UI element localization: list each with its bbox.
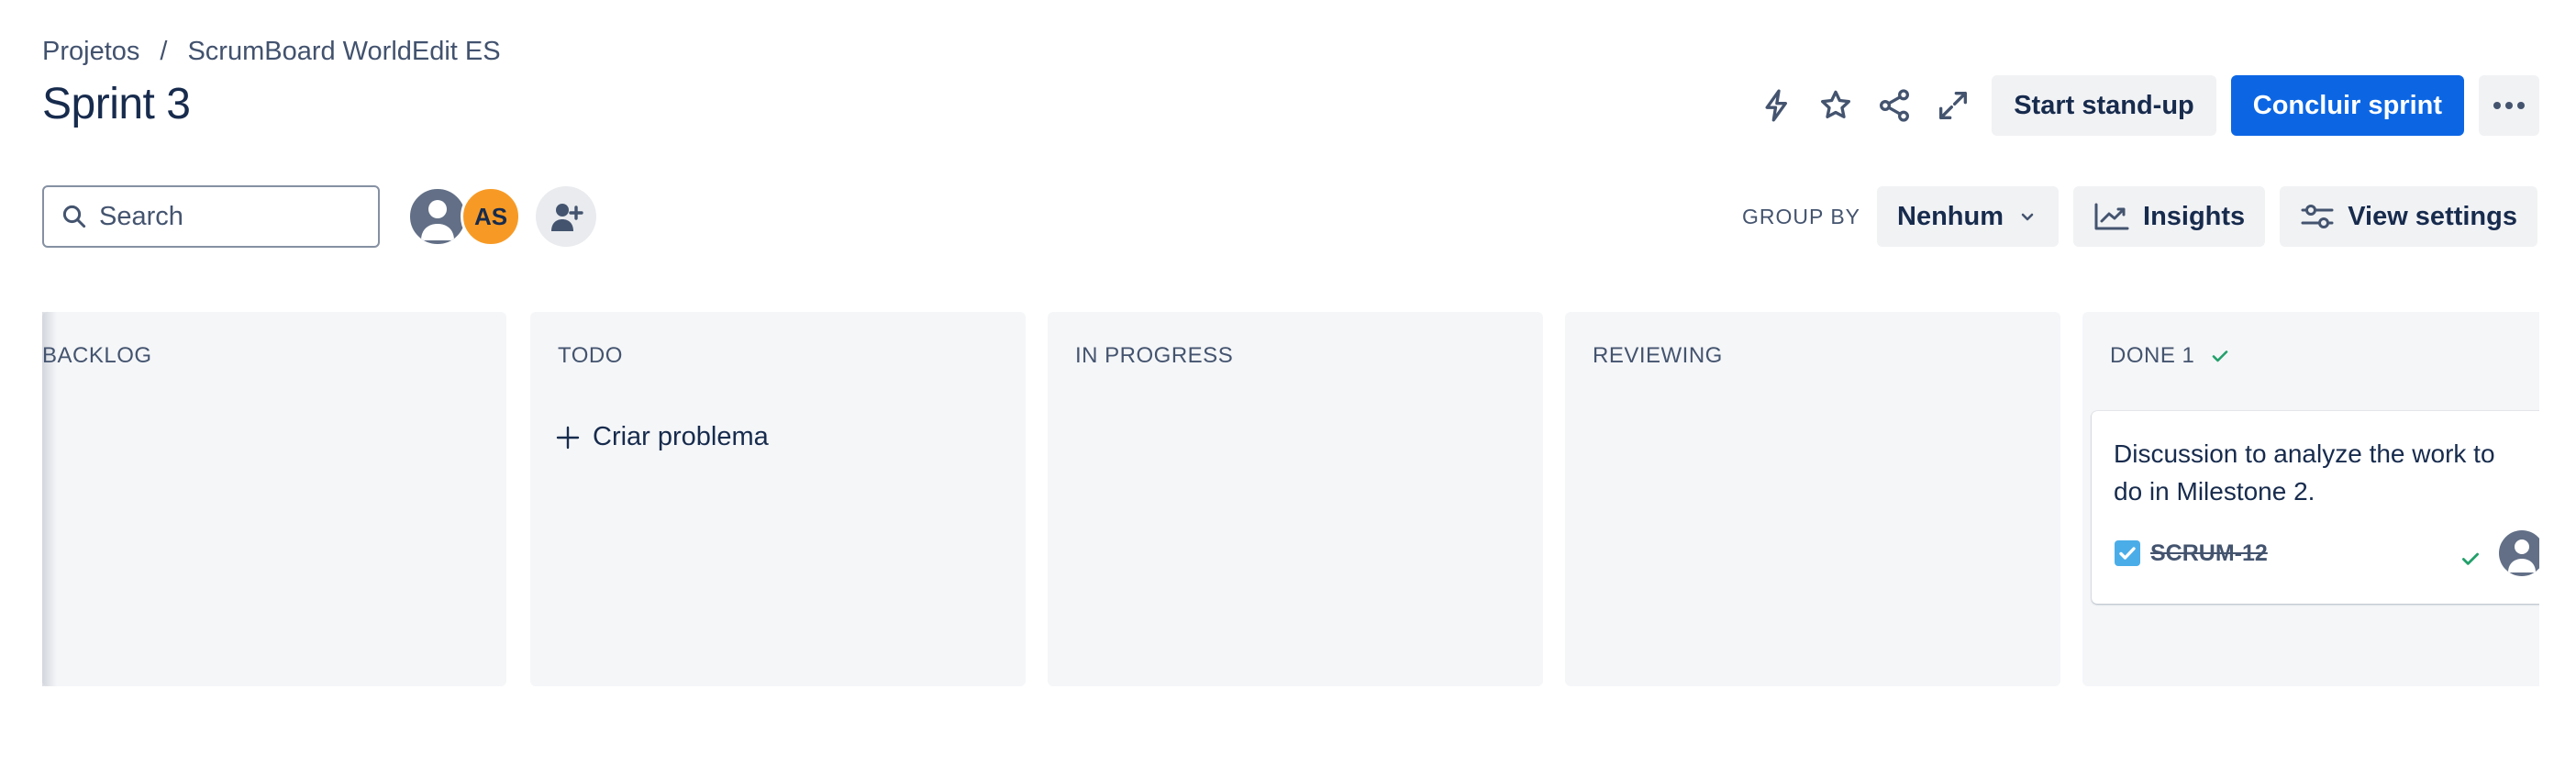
column-header: DONE 1 bbox=[2110, 343, 2231, 369]
avatar-as[interactable]: AS bbox=[461, 186, 521, 247]
chevron-down-icon bbox=[2021, 213, 2034, 221]
user-icon bbox=[2508, 539, 2536, 572]
add-person-icon bbox=[551, 204, 583, 231]
start-standup-button[interactable]: Start stand-up bbox=[1992, 75, 2216, 136]
user-icon bbox=[421, 200, 454, 240]
issue-card[interactable]: Discussion to analyze the work to do in … bbox=[2092, 411, 2539, 604]
column-title: BACKLOG bbox=[42, 343, 152, 368]
header-actions: Start stand-up Concluir sprint bbox=[1748, 75, 2539, 136]
breadcrumb-separator: / bbox=[160, 37, 168, 66]
add-people-button[interactable] bbox=[536, 186, 596, 247]
board: BACKLOG TODO Criar problema IN PROGRESS … bbox=[42, 312, 2539, 686]
share-icon bbox=[1880, 89, 1910, 122]
column-todo: TODO Criar problema bbox=[530, 312, 1026, 686]
card-summary: Discussion to analyze the work to do in … bbox=[2114, 439, 2495, 506]
star-button[interactable] bbox=[1806, 76, 1865, 135]
column-header: REVIEWING bbox=[1593, 343, 1723, 369]
more-actions-button[interactable] bbox=[2479, 75, 2539, 136]
create-issue-button[interactable]: Criar problema bbox=[556, 422, 769, 452]
breadcrumb-projects-link[interactable]: Projetos bbox=[42, 37, 139, 67]
page-title: Sprint 3 bbox=[42, 80, 191, 128]
insights-button[interactable]: Insights bbox=[2073, 186, 2266, 247]
card-footer: SCRUM-12 bbox=[2114, 539, 2268, 567]
column-backlog: BACKLOG bbox=[42, 312, 506, 686]
search-icon bbox=[62, 205, 86, 228]
search-input[interactable] bbox=[99, 201, 374, 232]
column-reviewing: REVIEWING bbox=[1565, 312, 2060, 686]
insights-label: Insights bbox=[2143, 201, 2246, 231]
share-button[interactable] bbox=[1865, 76, 1924, 135]
plus-icon bbox=[556, 426, 580, 449]
breadcrumb: Projetos / ScrumBoard WorldEdit ES bbox=[42, 37, 501, 67]
check-icon bbox=[2213, 350, 2228, 362]
board-toolbar: GROUP BY Nenhum Insights View settings bbox=[1742, 185, 2537, 248]
column-title: TODO bbox=[558, 343, 623, 368]
issue-key[interactable]: SCRUM-12 bbox=[2150, 540, 2268, 567]
avatar[interactable] bbox=[407, 186, 468, 247]
star-icon bbox=[1821, 90, 1851, 118]
group-by-select[interactable]: Nenhum bbox=[1877, 186, 2060, 247]
column-header: BACKLOG bbox=[42, 343, 152, 369]
assignee-filter: AS bbox=[407, 186, 596, 247]
search-field[interactable] bbox=[42, 185, 380, 248]
automation-button[interactable] bbox=[1748, 76, 1806, 135]
assignee-avatar[interactable] bbox=[2499, 530, 2539, 576]
column-title: DONE 1 bbox=[2110, 343, 2195, 368]
column-title: IN PROGRESS bbox=[1075, 343, 1234, 368]
view-settings-button[interactable]: View settings bbox=[2280, 186, 2537, 247]
column-done: DONE 1 Discussion to analyze the work to… bbox=[2082, 312, 2539, 686]
sliders-icon bbox=[2301, 205, 2334, 228]
insights-icon bbox=[2094, 203, 2129, 230]
column-title: REVIEWING bbox=[1593, 343, 1723, 368]
group-by-label: GROUP BY bbox=[1742, 204, 1861, 228]
done-check-icon bbox=[2462, 552, 2479, 565]
expand-icon bbox=[1939, 92, 1968, 119]
column-in-progress: IN PROGRESS bbox=[1048, 312, 1543, 686]
view-settings-label: View settings bbox=[2348, 201, 2517, 231]
breadcrumb-project-link[interactable]: ScrumBoard WorldEdit ES bbox=[187, 37, 500, 67]
column-header: TODO bbox=[558, 343, 623, 369]
more-icon bbox=[2493, 102, 2525, 109]
task-icon bbox=[2115, 540, 2140, 566]
complete-sprint-button[interactable]: Concluir sprint bbox=[2230, 75, 2464, 136]
column-header: IN PROGRESS bbox=[1075, 343, 1233, 369]
fullscreen-button[interactable] bbox=[1924, 76, 1982, 135]
group-by-value: Nenhum bbox=[1897, 201, 2004, 231]
lightning-icon bbox=[1765, 89, 1788, 122]
create-issue-label: Criar problema bbox=[593, 422, 769, 451]
